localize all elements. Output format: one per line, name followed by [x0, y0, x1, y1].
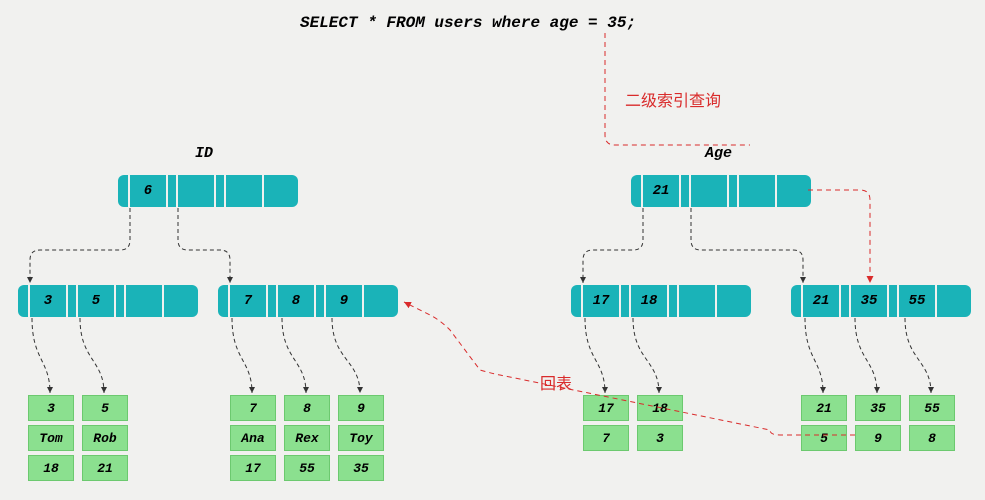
right-tree-label: Age — [705, 145, 732, 162]
leaf-cell: 3 — [28, 395, 74, 421]
sql-query: SELECT * FROM users where age = 35; — [300, 14, 636, 32]
age-mid-left-node: 17 18 — [571, 285, 751, 317]
age-mid-key: 18 — [631, 285, 669, 317]
id-leaf-col: 9 Toy 35 — [338, 395, 384, 481]
leaf-cell: 17 — [583, 395, 629, 421]
age-mid-key: 35 — [851, 285, 889, 317]
leaf-cell: 8 — [284, 395, 330, 421]
annotation-back-to-table: 回表 — [540, 370, 572, 394]
id-mid-key: 5 — [78, 285, 116, 317]
leaf-cell: 35 — [338, 455, 384, 481]
left-tree-label: ID — [195, 145, 213, 162]
id-leaf-col: 3 Tom 18 — [28, 395, 74, 481]
leaf-cell: Rob — [82, 425, 128, 451]
leaf-cell: Toy — [338, 425, 384, 451]
leaf-cell: Tom — [28, 425, 74, 451]
leaf-cell: 5 — [82, 395, 128, 421]
age-leaf-col: 17 7 — [583, 395, 629, 451]
id-leaf-col: 7 Ana 17 — [230, 395, 276, 481]
age-mid-key: 55 — [899, 285, 937, 317]
id-root-key: 6 — [130, 175, 168, 207]
annotation-secondary-index: 二级索引查询 — [625, 87, 721, 111]
id-mid-key: 7 — [230, 285, 268, 317]
age-leaf-col: 35 9 — [855, 395, 901, 451]
age-mid-key: 21 — [803, 285, 841, 317]
age-leaf-col: 55 8 — [909, 395, 955, 451]
leaf-cell: Ana — [230, 425, 276, 451]
leaf-cell: 21 — [82, 455, 128, 481]
leaf-cell: 35 — [855, 395, 901, 421]
leaf-cell: 21 — [801, 395, 847, 421]
leaf-cell: 7 — [230, 395, 276, 421]
id-mid-key: 8 — [278, 285, 316, 317]
id-mid-key: 9 — [326, 285, 364, 317]
leaf-cell: 55 — [284, 455, 330, 481]
leaf-cell: 17 — [230, 455, 276, 481]
leaf-cell: Rex — [284, 425, 330, 451]
age-leaf-col: 18 3 — [637, 395, 683, 451]
leaf-cell: 5 — [801, 425, 847, 451]
leaf-cell: 55 — [909, 395, 955, 421]
leaf-cell: 18 — [28, 455, 74, 481]
leaf-cell: 3 — [637, 425, 683, 451]
leaf-cell: 8 — [909, 425, 955, 451]
id-leaf-col: 8 Rex 55 — [284, 395, 330, 481]
age-root-key: 21 — [643, 175, 681, 207]
age-mid-right-node: 21 35 55 — [791, 285, 971, 317]
leaf-cell: 7 — [583, 425, 629, 451]
id-root-node: 6 — [118, 175, 298, 207]
age-root-node: 21 — [631, 175, 811, 207]
age-leaf-col: 21 5 — [801, 395, 847, 451]
leaf-cell: 9 — [855, 425, 901, 451]
id-mid-left-node: 3 5 — [18, 285, 198, 317]
id-mid-right-node: 7 8 9 — [218, 285, 398, 317]
age-mid-key: 17 — [583, 285, 621, 317]
leaf-cell: 9 — [338, 395, 384, 421]
leaf-cell: 18 — [637, 395, 683, 421]
id-leaf-col: 5 Rob 21 — [82, 395, 128, 481]
id-mid-key: 3 — [30, 285, 68, 317]
